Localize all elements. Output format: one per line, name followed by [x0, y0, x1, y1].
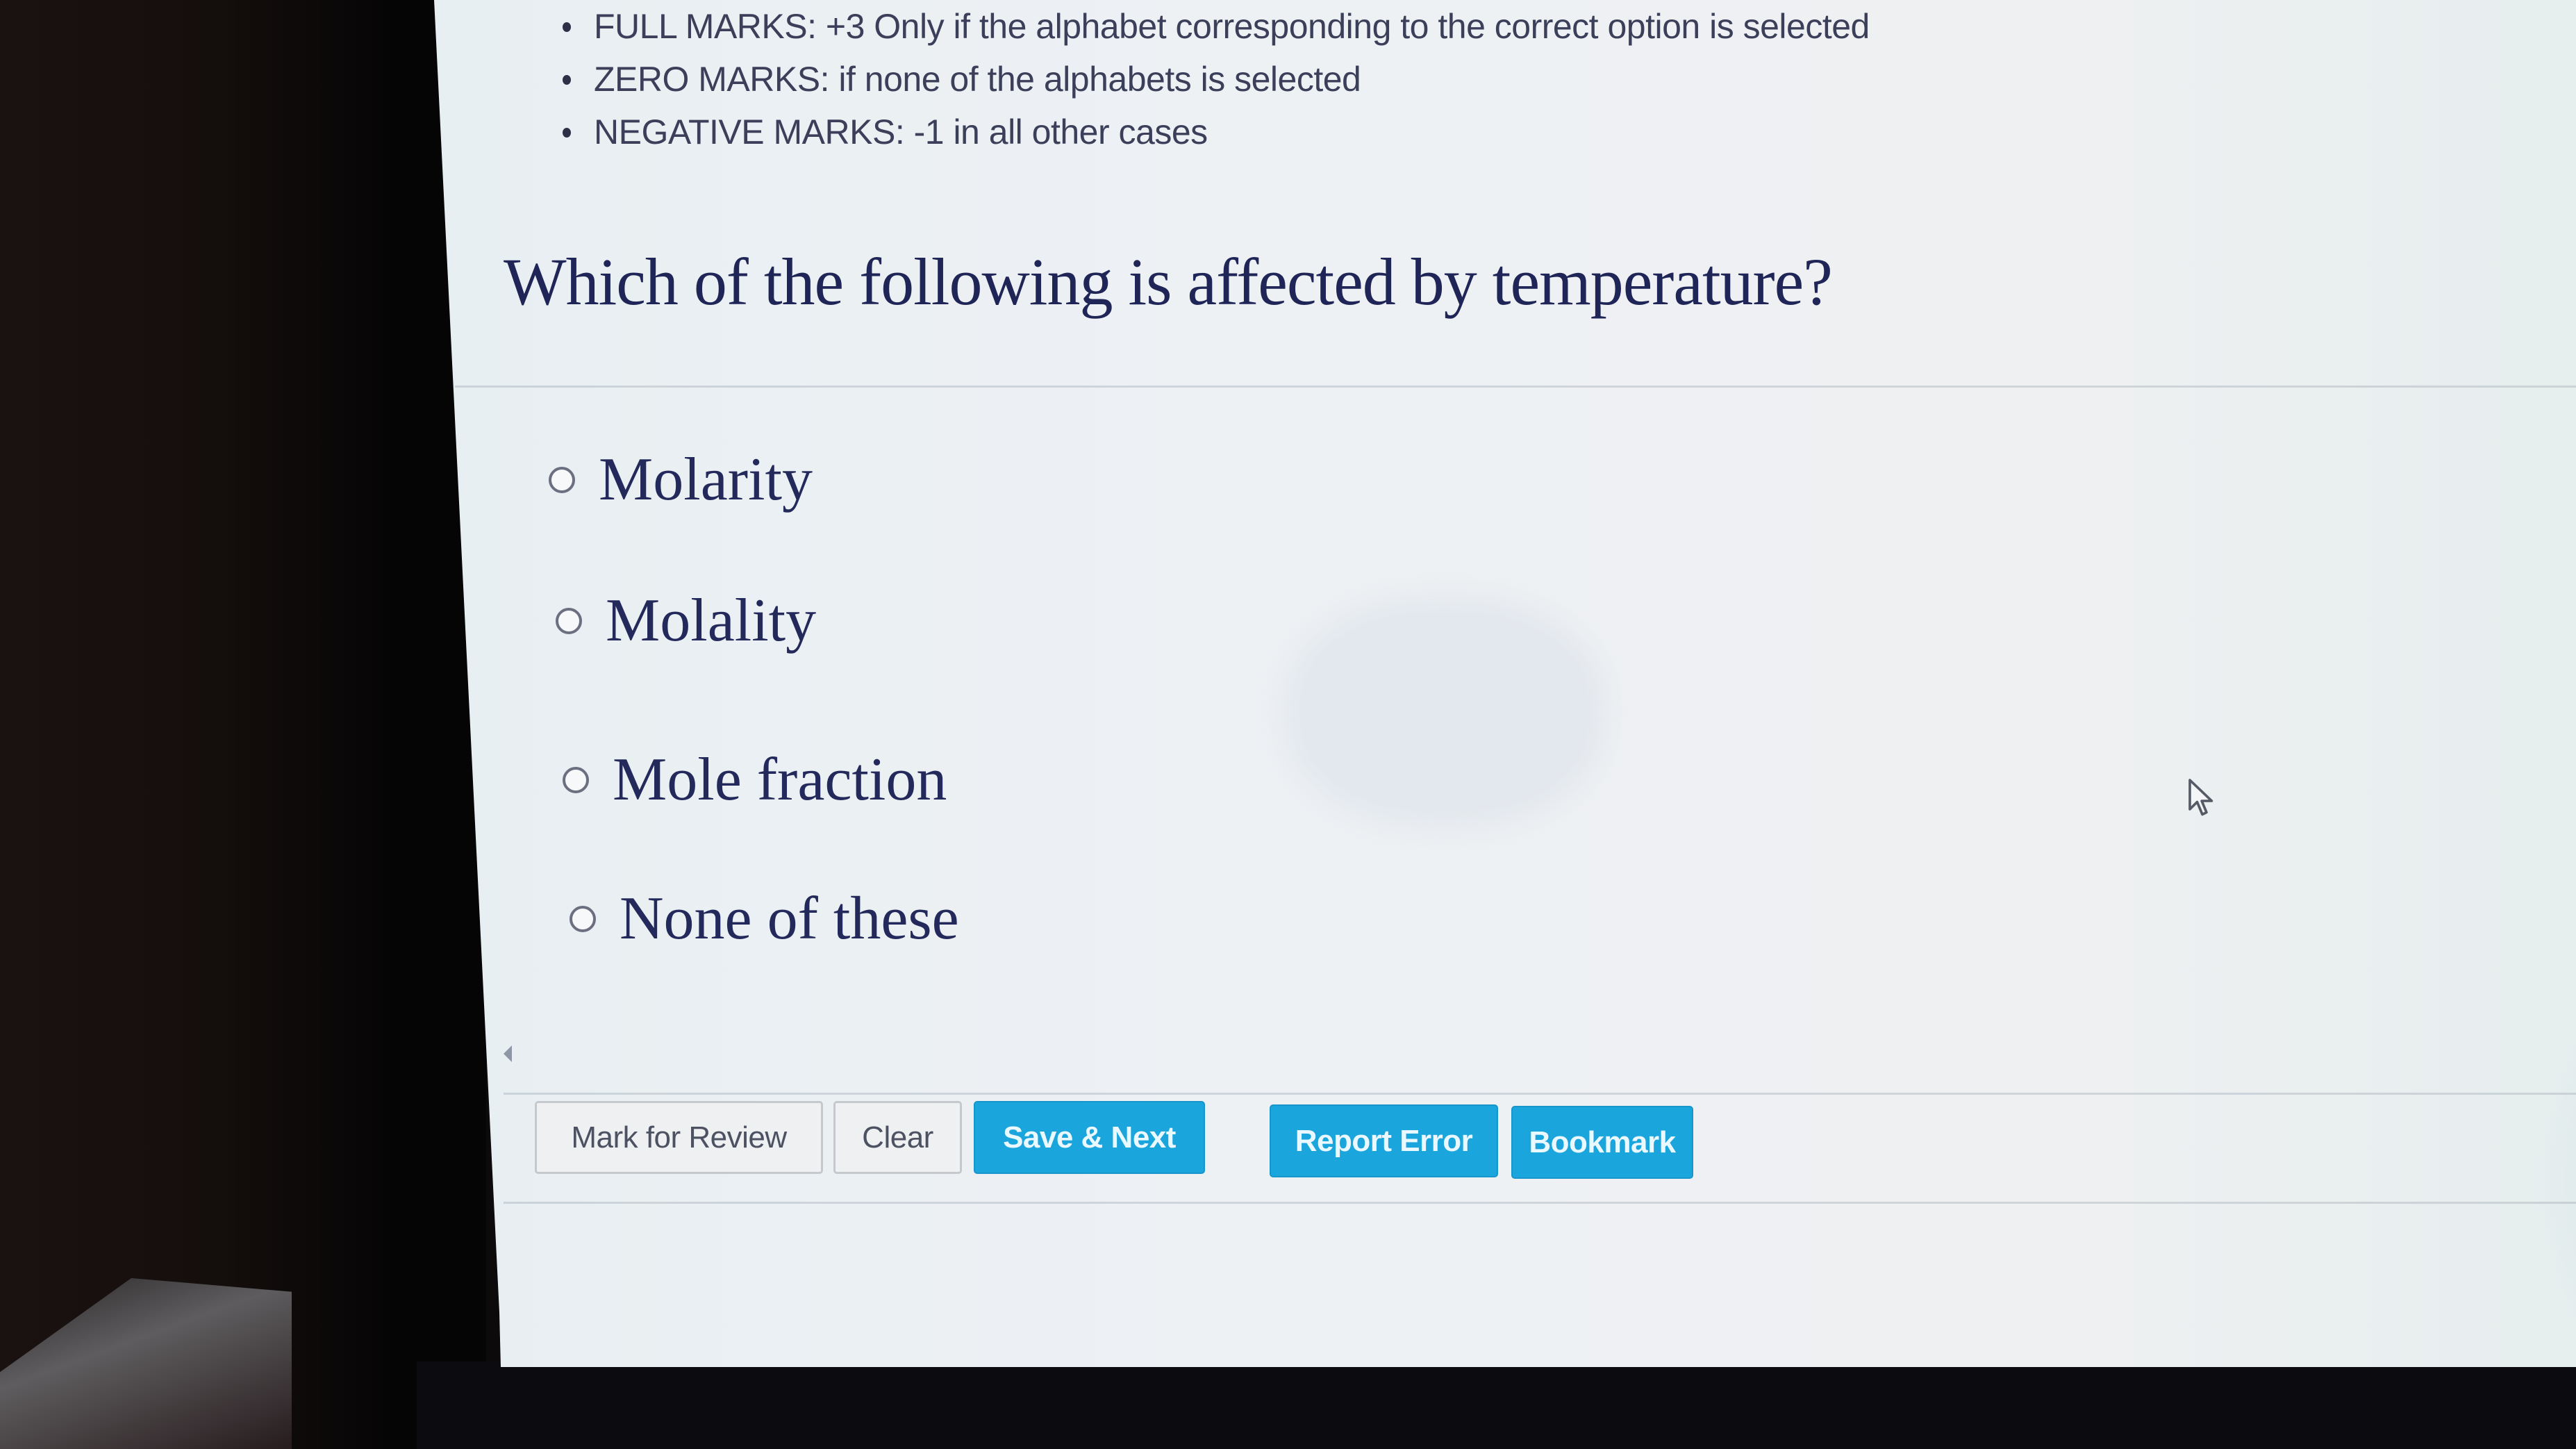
- radio-unchecked-icon[interactable]: [570, 905, 596, 932]
- mouse-pointer-icon: [2188, 779, 2213, 816]
- question-divider: [455, 386, 2576, 388]
- mark-for-review-button[interactable]: Mark for Review: [535, 1101, 823, 1174]
- bookmark-button[interactable]: Bookmark: [1511, 1106, 1693, 1179]
- actions-divider-top: [504, 1093, 2576, 1095]
- bullet-icon: [563, 75, 571, 85]
- option-mole-fraction[interactable]: Mole fraction: [563, 745, 947, 815]
- exam-screen: FULL MARKS: +3 Only if the alphabet corr…: [434, 0, 2576, 1367]
- background-room: [0, 0, 486, 1449]
- save-next-button[interactable]: Save & Next: [974, 1101, 1205, 1174]
- option-molarity[interactable]: Molarity: [549, 445, 813, 515]
- question-text: Which of the following is affected by te…: [504, 245, 1833, 319]
- radio-unchecked-icon[interactable]: [556, 607, 582, 634]
- marking-scheme-list: FULL MARKS: +3 Only if the alphabet corr…: [563, 0, 1870, 158]
- monitor-bezel: [417, 1361, 2576, 1449]
- bullet-icon: [563, 128, 571, 138]
- left-triangle-icon[interactable]: [504, 1045, 512, 1062]
- screen-glare: [1285, 597, 1604, 827]
- marking-rule-full: FULL MARKS: +3 Only if the alphabet corr…: [563, 0, 1870, 53]
- actions-divider-bottom: [504, 1202, 2576, 1204]
- radio-unchecked-icon[interactable]: [563, 766, 589, 793]
- report-error-button[interactable]: Report Error: [1270, 1104, 1498, 1177]
- option-molality[interactable]: Molality: [556, 586, 816, 656]
- marking-rule-negative: NEGATIVE MARKS: -1 in all other cases: [563, 106, 1870, 158]
- marking-rule-zero: ZERO MARKS: if none of the alphabets is …: [563, 53, 1870, 106]
- clear-button[interactable]: Clear: [833, 1101, 962, 1174]
- bullet-icon: [563, 22, 571, 32]
- radio-unchecked-icon[interactable]: [549, 466, 575, 493]
- option-none-of-these[interactable]: None of these: [570, 884, 959, 954]
